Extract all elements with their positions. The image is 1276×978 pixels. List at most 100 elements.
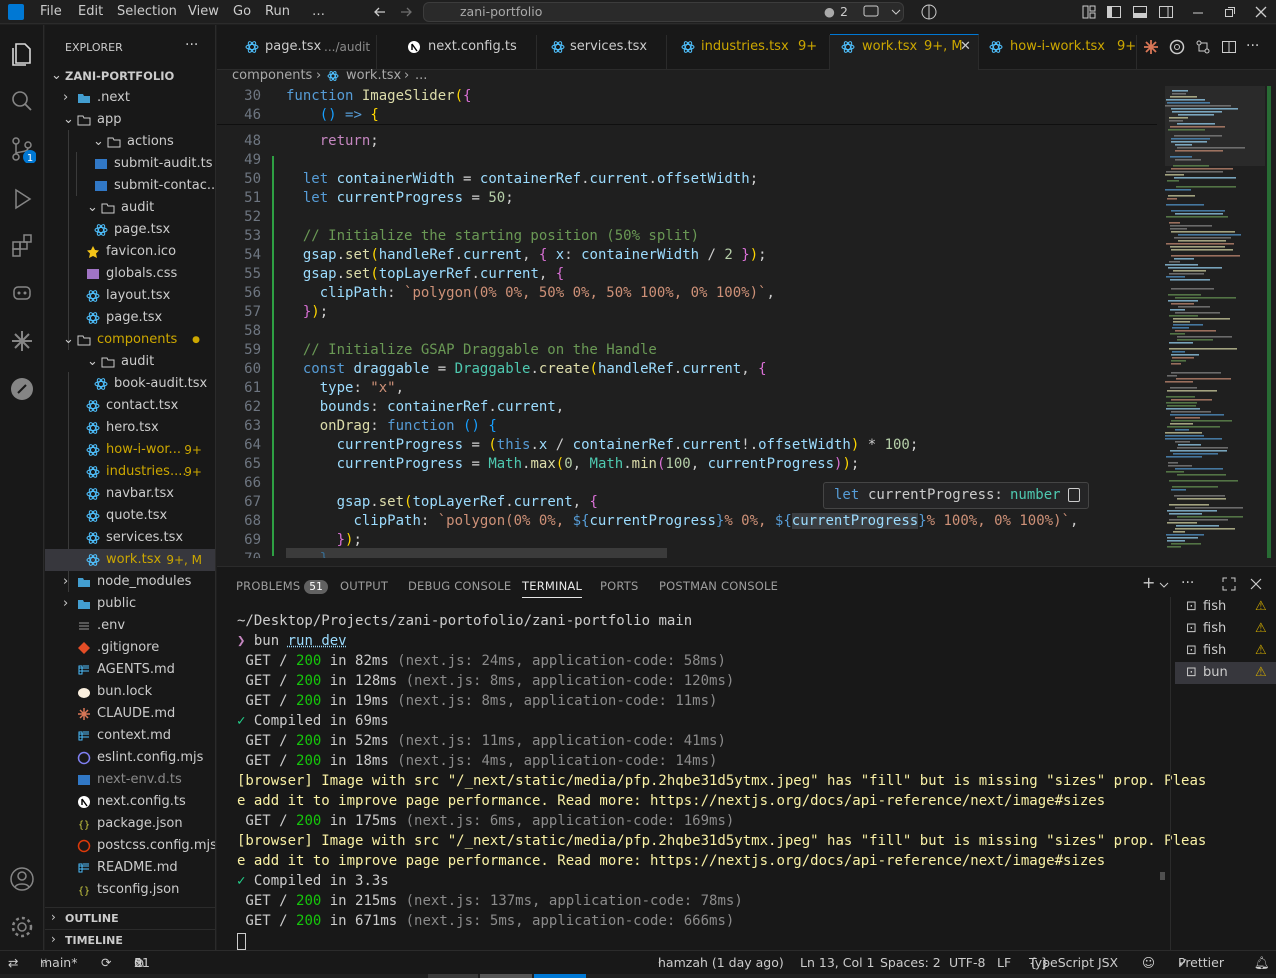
claude-icon[interactable]	[8, 327, 36, 355]
remote-explorer-icon[interactable]	[8, 279, 36, 307]
copy-icon[interactable]	[1068, 488, 1080, 502]
encoding[interactable]: UTF-8	[949, 951, 985, 974]
menu-edit[interactable]: Edit	[74, 0, 107, 24]
chevron-down-icon[interactable]	[887, 3, 905, 21]
minimize-icon[interactable]	[1189, 3, 1207, 21]
tab-problems[interactable]: PROBLEMS 51	[236, 573, 328, 599]
code-editor[interactable]: 30 46 48 49 50 51 52 53 54 55 56 57 58 59 60 61 62 63 64 65…	[217, 86, 1157, 558]
tree-item[interactable]: {} package.json	[45, 813, 215, 835]
tab-ports[interactable]: PORTS	[600, 573, 638, 599]
tree-item[interactable]: ⌄ audit	[45, 197, 215, 219]
menu-go[interactable]: Go	[229, 0, 255, 24]
menu-selection[interactable]: Selection	[113, 0, 181, 24]
copilot-status-icon[interactable]: ☺	[1142, 951, 1155, 974]
tree-item[interactable]: industries.... 9+	[45, 461, 215, 483]
tree-item[interactable]: submit-audit.ts	[45, 153, 215, 175]
tree-item[interactable]: how-i-wor... 9+	[45, 439, 215, 461]
sync-icon[interactable]: ⟳	[101, 951, 111, 974]
tab-postman-console[interactable]: POSTMAN CONSOLE	[659, 573, 778, 599]
terminal-scrollbar[interactable]	[1160, 872, 1165, 880]
close-panel-icon[interactable]	[1247, 575, 1265, 593]
tree-item[interactable]: README.md	[45, 857, 215, 879]
tree-item[interactable]: navbar.tsx	[45, 483, 215, 505]
tree-item[interactable]: {} tsconfig.json	[45, 879, 215, 901]
breadcrumb-components[interactable]: components	[232, 66, 312, 86]
line-ending[interactable]: LF	[997, 951, 1011, 974]
terminal-instance-fish[interactable]: ⊡ fish ⚠	[1175, 640, 1276, 662]
tree-item[interactable]: book-audit.tsx	[45, 373, 215, 395]
tree-item[interactable]: ⌄ components ●	[45, 329, 215, 351]
breadcrumb-symbol[interactable]: ...	[415, 66, 427, 86]
source-control-icon[interactable]: 1	[8, 135, 36, 163]
forward-arrow-icon[interactable]	[397, 3, 415, 21]
tree-item[interactable]: favicon.ico	[45, 241, 215, 263]
tab-services[interactable]: services.tsx	[537, 35, 667, 70]
tab-how-i-work[interactable]: how-i-work.tsx 9+	[979, 35, 1137, 70]
tree-item[interactable]: quote.tsx	[45, 505, 215, 527]
tab-next-config[interactable]: next.config.ts	[391, 35, 537, 70]
tab-page-tsx[interactable]: page.tsx .../audit	[231, 35, 377, 70]
horizontal-scrollbar[interactable]	[286, 548, 667, 558]
tree-item[interactable]: AGENTS.md	[45, 659, 215, 681]
tab-terminal[interactable]: TERMINAL	[522, 573, 583, 598]
tree-item[interactable]: work.tsx 9+, M	[45, 549, 215, 571]
postman-icon[interactable]	[8, 375, 36, 403]
more-actions-icon[interactable]: ···	[1181, 575, 1199, 593]
close-tab-icon[interactable]: ✕	[960, 35, 971, 59]
restore-icon[interactable]	[1221, 3, 1239, 21]
tree-item[interactable]: › public	[45, 593, 215, 615]
tree-item[interactable]: page.tsx	[45, 307, 215, 329]
tab-industries[interactable]: industries.tsx 9+	[667, 35, 830, 70]
more-actions-icon[interactable]: ···	[1246, 38, 1264, 56]
tree-item[interactable]: postcss.config.mjs	[45, 835, 215, 857]
close-window-icon[interactable]	[1252, 3, 1270, 21]
toggle-secondary-sidebar-icon[interactable]	[1157, 3, 1175, 21]
menu-view[interactable]: View	[184, 0, 223, 24]
more-actions-icon[interactable]: ···	[185, 37, 201, 53]
claude-code-icon[interactable]	[1142, 38, 1160, 56]
tree-item[interactable]: submit-contac...	[45, 175, 215, 197]
outline-section[interactable]: › OUTLINE	[45, 907, 215, 929]
tree-item[interactable]: layout.tsx	[45, 285, 215, 307]
copilot-icon[interactable]	[920, 3, 938, 21]
toggle-panel-icon[interactable]	[1131, 3, 1149, 21]
tab-output[interactable]: OUTPUT	[340, 573, 388, 599]
menu-run[interactable]: Run	[261, 0, 294, 24]
run-debug-icon[interactable]	[8, 185, 36, 213]
settings-gear-icon[interactable]	[8, 913, 36, 941]
timeline-section[interactable]: › TIMELINE	[45, 929, 215, 950]
search-icon[interactable]	[8, 87, 36, 115]
tree-item[interactable]: context.md	[45, 725, 215, 747]
tree-item[interactable]: › node_modules	[45, 571, 215, 593]
tab-debug-console[interactable]: DEBUG CONSOLE	[408, 573, 511, 599]
explorer-root[interactable]: ⌄ ZANI-PORTFOLIO	[45, 65, 215, 87]
tree-item[interactable]: CLAUDE.md	[45, 703, 215, 725]
openai-icon[interactable]	[1168, 38, 1186, 56]
tree-item[interactable]: page.tsx	[45, 219, 215, 241]
explorer-icon[interactable]	[8, 39, 36, 67]
tree-item[interactable]: services.tsx	[45, 527, 215, 549]
cursor-position[interactable]: Ln 13, Col 1	[800, 951, 875, 974]
maximize-panel-icon[interactable]	[1220, 575, 1238, 593]
remote-icon[interactable]: ⇄	[8, 951, 32, 974]
compare-changes-icon[interactable]	[1194, 38, 1212, 56]
chat-icon[interactable]	[862, 3, 880, 21]
chevron-down-icon[interactable]	[1158, 575, 1176, 593]
back-arrow-icon[interactable]	[371, 3, 389, 21]
tree-item[interactable]: ⌄ audit	[45, 351, 215, 373]
tree-item[interactable]: eslint.config.mjs	[45, 747, 215, 769]
tree-item[interactable]: › .next	[45, 87, 215, 109]
tree-item[interactable]: hero.tsx	[45, 417, 215, 439]
tab-work-active[interactable]: work.tsx 9+, M ✕	[830, 34, 979, 70]
toggle-primary-sidebar-icon[interactable]	[1105, 3, 1123, 21]
menu-more[interactable]: …	[308, 0, 329, 24]
split-editor-icon[interactable]	[1220, 38, 1238, 56]
extensions-icon[interactable]	[8, 231, 36, 259]
tree-item[interactable]: .env	[45, 615, 215, 637]
tree-item[interactable]: next.config.ts	[45, 791, 215, 813]
command-center-search[interactable]: zani-portfolio ● 2	[423, 2, 904, 22]
account-icon[interactable]	[8, 865, 36, 893]
tree-item[interactable]: bun.lock	[45, 681, 215, 703]
menu-file[interactable]: File	[36, 0, 66, 24]
minimap[interactable]	[1157, 86, 1276, 558]
